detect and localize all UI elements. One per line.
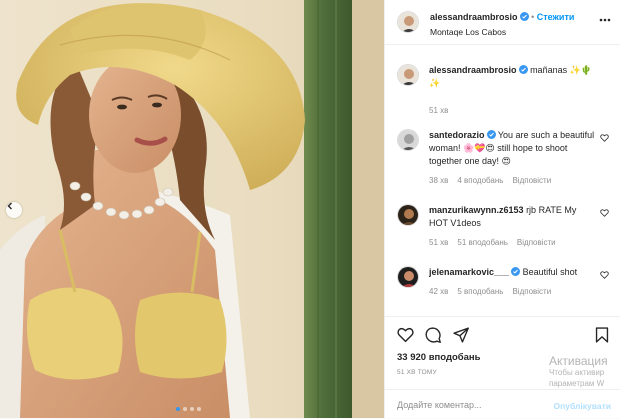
author-avatar[interactable] bbox=[397, 11, 419, 33]
avatar-image bbox=[398, 65, 418, 85]
comment-body: manzurikawynn.z6153 rjb RATE My HOT V1de… bbox=[429, 204, 595, 249]
heart-icon[interactable] bbox=[600, 134, 609, 142]
heart-icon[interactable] bbox=[600, 209, 609, 217]
comment-text: Beautiful shot bbox=[522, 267, 578, 277]
avatar-image bbox=[398, 205, 418, 225]
watermark-title: Активация bbox=[549, 354, 608, 368]
caption-body: alessandraambrosio mañanas ✨🌵✨ 51 хв bbox=[429, 64, 595, 117]
reply-button[interactable]: Відповісти bbox=[512, 285, 551, 298]
commenter-avatar[interactable] bbox=[397, 204, 419, 226]
comment-icon[interactable] bbox=[425, 327, 441, 343]
windows-activation-watermark: Активация Чтобы активир параметрам W bbox=[549, 354, 608, 389]
heart-icon[interactable] bbox=[600, 271, 609, 279]
reply-button[interactable]: Відповісти bbox=[512, 174, 551, 187]
reply-button[interactable]: Відповісти bbox=[517, 236, 556, 249]
post-side-panel: alessandraambrosio • Стежити Montaqe Los… bbox=[384, 0, 620, 418]
author-username[interactable]: alessandraambrosio bbox=[430, 12, 518, 22]
more-options-icon[interactable] bbox=[599, 18, 611, 22]
carousel-dot bbox=[190, 407, 194, 411]
add-comment-box: Опублікувати bbox=[385, 389, 620, 419]
instagram-post: alessandraambrosio • Стежити Montaqe Los… bbox=[0, 0, 620, 418]
comment-body: jelenamarkovic___ Beautiful shot 42 хв 5… bbox=[429, 266, 595, 298]
caption-time[interactable]: 51 хв bbox=[429, 104, 448, 117]
commenter-avatar[interactable] bbox=[397, 266, 419, 288]
carousel-prev-button[interactable] bbox=[6, 202, 22, 218]
comment-username[interactable]: jelenamarkovic___ bbox=[429, 267, 509, 277]
share-icon[interactable] bbox=[453, 327, 469, 343]
carousel-dot bbox=[197, 407, 201, 411]
comment-username[interactable]: santedorazio bbox=[429, 130, 485, 140]
bookmark-icon[interactable] bbox=[595, 327, 609, 343]
comment-time[interactable]: 38 хв bbox=[429, 174, 448, 187]
verified-badge-icon bbox=[518, 65, 528, 74]
likes-count[interactable]: 33 920 вподобань bbox=[397, 352, 481, 363]
verified-badge-icon bbox=[511, 267, 521, 276]
post-location[interactable]: Montaqe Los Cabos bbox=[430, 27, 506, 37]
verified-badge-icon bbox=[486, 130, 496, 139]
photo-illustration bbox=[0, 0, 384, 418]
carousel-indicator bbox=[176, 407, 201, 411]
author-line: alessandraambrosio • Стежити bbox=[430, 12, 574, 22]
comment-likes[interactable]: 4 вподобань bbox=[457, 174, 503, 187]
publish-button[interactable]: Опублікувати bbox=[554, 401, 611, 411]
verified-badge-icon bbox=[519, 12, 529, 21]
chevron-left-icon bbox=[7, 202, 12, 210]
avatar-image bbox=[398, 12, 418, 32]
follow-button[interactable]: Стежити bbox=[537, 12, 575, 22]
watermark-line: Чтобы активир bbox=[549, 368, 605, 377]
post-header: alessandraambrosio • Стежити Montaqe Los… bbox=[385, 0, 620, 45]
comment-likes[interactable]: 51 вподобань bbox=[457, 236, 508, 249]
caption-username[interactable]: alessandraambrosio bbox=[429, 65, 517, 75]
carousel-dot bbox=[176, 407, 180, 411]
like-heart-icon[interactable] bbox=[397, 327, 414, 343]
post-timestamp[interactable]: 51 ХВ ТОМУ bbox=[397, 369, 437, 376]
watermark-line: параметрам W bbox=[549, 379, 605, 388]
avatar-image bbox=[398, 130, 418, 150]
separator-dot: • bbox=[531, 12, 535, 22]
author-avatar[interactable] bbox=[397, 64, 419, 86]
commenter-avatar[interactable] bbox=[397, 129, 419, 151]
comment-body: santedorazio You are such a beautiful wo… bbox=[429, 129, 595, 187]
add-comment-input[interactable] bbox=[397, 396, 547, 414]
comment-likes[interactable]: 5 вподобань bbox=[457, 285, 503, 298]
comment-time[interactable]: 42 хв bbox=[429, 285, 448, 298]
avatar-image bbox=[398, 267, 418, 287]
carousel-dot bbox=[183, 407, 187, 411]
post-photo[interactable] bbox=[0, 0, 384, 418]
comment-username[interactable]: manzurikawynn.z6153 bbox=[429, 205, 524, 215]
comment-time[interactable]: 51 хв bbox=[429, 236, 448, 249]
